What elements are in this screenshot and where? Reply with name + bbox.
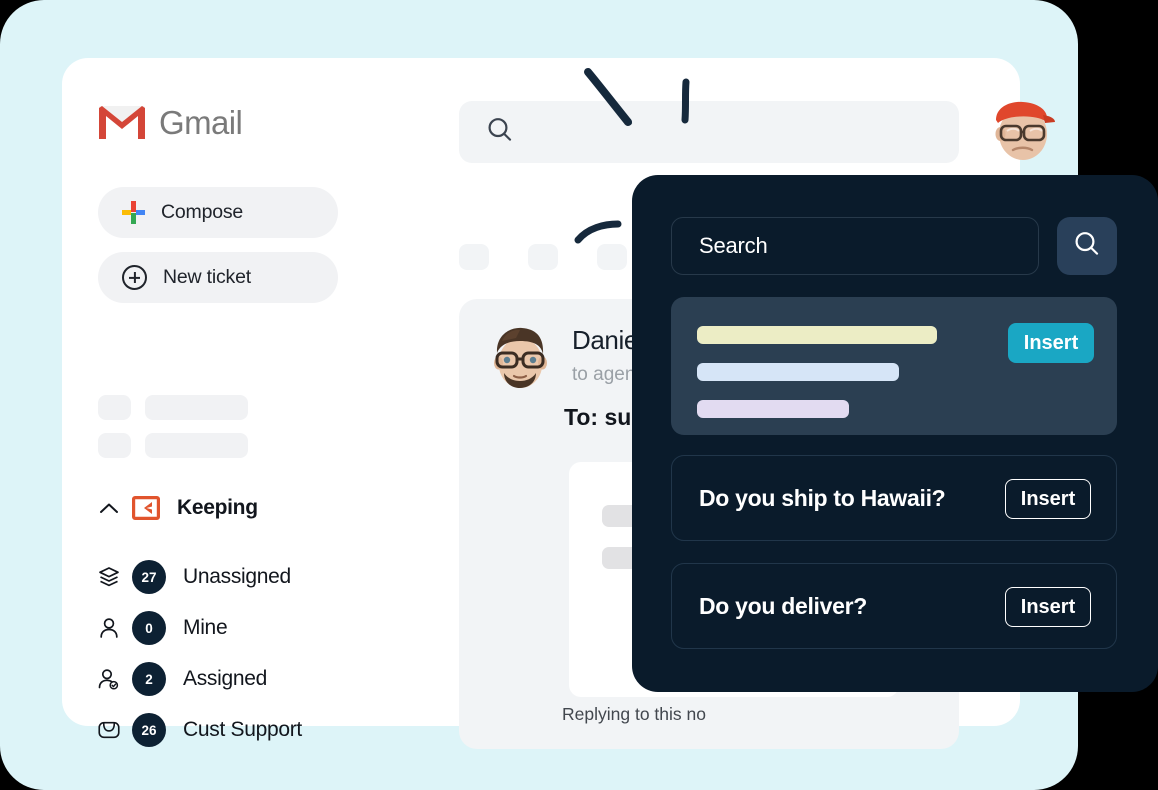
- snippet-search-value: Search: [699, 233, 768, 258]
- toolbar-placeholder: [459, 244, 489, 270]
- snippet-preview-bar: [697, 363, 899, 381]
- cust-support-count-badge: 26: [132, 713, 166, 747]
- sidebar-item-mine[interactable]: 0 Mine: [98, 611, 228, 645]
- snippet-search-button[interactable]: [1057, 217, 1117, 275]
- skeleton-square: [98, 433, 131, 458]
- layers-icon: [98, 565, 120, 589]
- snippet-question: Do you deliver?: [699, 592, 868, 619]
- search-input[interactable]: [459, 101, 959, 163]
- compose-label: Compose: [161, 201, 244, 223]
- insert-button[interactable]: Insert: [1005, 479, 1091, 519]
- snippet-highlighted-card[interactable]: Insert: [671, 297, 1117, 435]
- gmail-wordmark: Gmail: [159, 104, 243, 141]
- search-icon: [485, 115, 515, 150]
- inbox-icon: [98, 718, 120, 742]
- gmail-logo-icon: [98, 105, 146, 141]
- chevron-up-icon[interactable]: [98, 502, 120, 514]
- google-plus-icon: [122, 201, 145, 224]
- sidebar-item-label: Mine: [183, 616, 228, 639]
- sidebar-group-keeping[interactable]: Keeping: [98, 496, 258, 520]
- sidebar-item-cust-support[interactable]: 26 Cust Support: [98, 713, 302, 747]
- new-ticket-button[interactable]: New ticket: [98, 252, 338, 303]
- toolbar-placeholder: [597, 244, 627, 270]
- mine-count-badge: 0: [132, 611, 166, 645]
- sidebar-item-label: Unassigned: [183, 565, 291, 588]
- memoji-avatar: [484, 321, 557, 394]
- search-icon: [1072, 229, 1102, 264]
- snippet-question: Do you ship to Hawaii?: [699, 484, 946, 511]
- person-icon: [98, 616, 120, 640]
- sidebar-item-assigned[interactable]: 2 Assigned: [98, 662, 267, 696]
- skeleton-bar: [145, 395, 248, 420]
- sidebar: Gmail Compose New ticket Keeping 27 Unas…: [62, 58, 402, 747]
- unassigned-count-badge: 27: [132, 560, 166, 594]
- sidebar-item-unassigned[interactable]: 27 Unassigned: [98, 560, 291, 594]
- screenshot-stage: Gmail Compose New ticket Keeping 27 Unas…: [0, 0, 1158, 790]
- sidebar-item-label: Cust Support: [183, 718, 302, 741]
- insert-button[interactable]: Insert: [1005, 587, 1091, 627]
- keeping-label: Keeping: [177, 496, 258, 519]
- sidebar-skeleton-row: [98, 433, 248, 458]
- snippet-search-input[interactable]: Search: [671, 217, 1039, 275]
- snippet-card[interactable]: Do you ship to Hawaii? Insert: [671, 455, 1117, 541]
- new-ticket-label: New ticket: [163, 266, 251, 288]
- person-check-icon: [98, 667, 120, 691]
- skeleton-bar: [145, 433, 248, 458]
- replying-note: Replying to this no: [562, 704, 706, 724]
- plus-circle-icon: [122, 265, 147, 290]
- snippet-preview-bar: [697, 400, 849, 418]
- compose-button[interactable]: Compose: [98, 187, 338, 238]
- sidebar-item-label: Assigned: [183, 667, 267, 690]
- gmail-brand: Gmail: [98, 104, 243, 142]
- keeping-logo-icon: [132, 496, 160, 520]
- toolbar-placeholder: [528, 244, 558, 270]
- skeleton-square: [98, 395, 131, 420]
- avatar[interactable]: [985, 93, 1057, 165]
- sidebar-skeleton-row: [98, 395, 248, 420]
- insert-button[interactable]: Insert: [1008, 323, 1094, 363]
- snippet-panel: Search Insert Do you ship to Hawaii? Ins…: [632, 175, 1158, 692]
- assigned-count-badge: 2: [132, 662, 166, 696]
- snippet-card[interactable]: Do you deliver? Insert: [671, 563, 1117, 649]
- snippet-preview-bar: [697, 326, 937, 344]
